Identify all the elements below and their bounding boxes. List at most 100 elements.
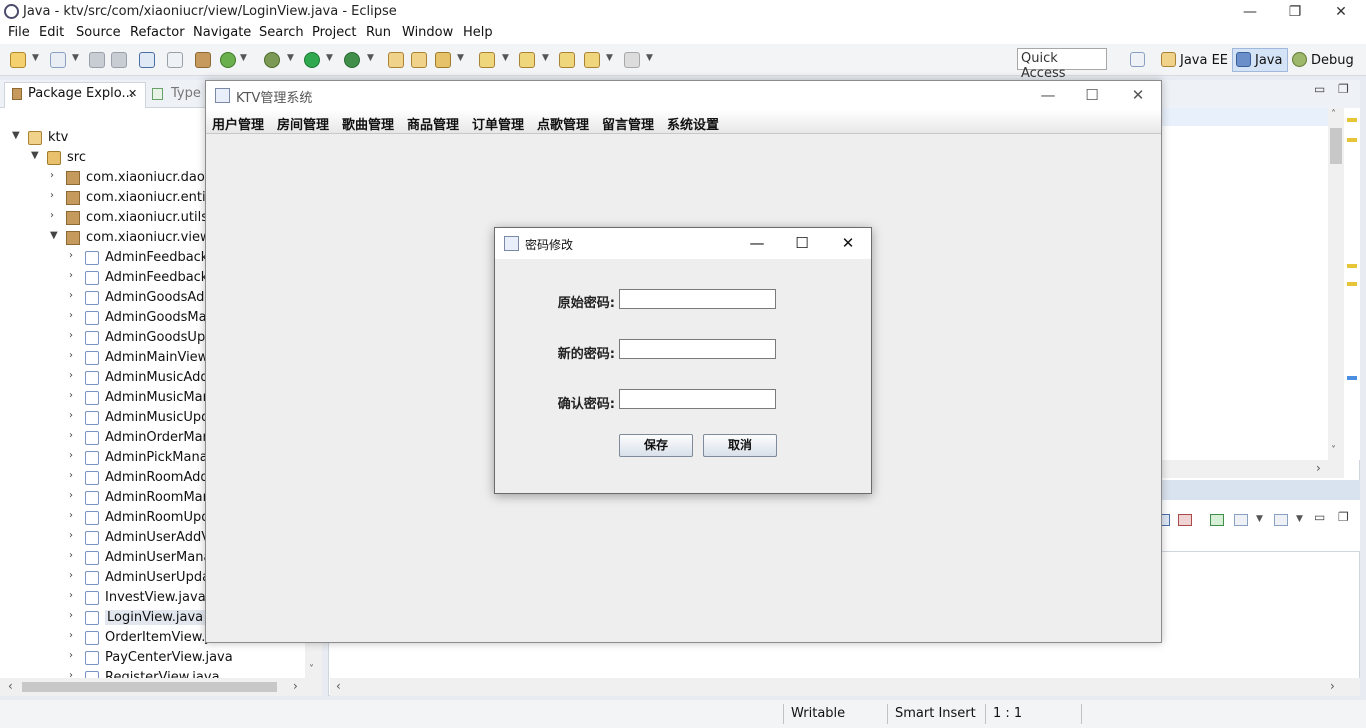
chevron-right-icon[interactable]: ›: [69, 570, 79, 581]
tab-type-hierarchy[interactable]: Type: [171, 86, 201, 101]
refresh-dropdown-icon[interactable]: ▼: [240, 53, 247, 63]
chevron-right-icon[interactable]: ›: [69, 470, 79, 481]
ktv-menu-feedback[interactable]: 留言管理: [602, 114, 654, 133]
scroll-down-icon[interactable]: ˅: [1331, 445, 1336, 456]
maximize-view-icon[interactable]: ❐: [1338, 510, 1349, 524]
chevron-right-icon[interactable]: ›: [69, 390, 79, 401]
perspective-java[interactable]: Java: [1255, 53, 1282, 68]
menu-search[interactable]: Search: [259, 25, 304, 40]
editor-horizontal-scrollbar[interactable]: ›: [1160, 460, 1344, 478]
debug-icon[interactable]: [264, 52, 280, 68]
scroll-up-icon[interactable]: ˄: [1331, 109, 1336, 120]
pin-console-icon[interactable]: [1210, 514, 1224, 526]
scroll-right-icon[interactable]: ›: [293, 679, 298, 693]
refresh-icon[interactable]: [220, 52, 236, 68]
chevron-right-icon[interactable]: ›: [50, 190, 60, 201]
original-password-field[interactable]: [619, 289, 776, 309]
menu-run[interactable]: Run: [366, 25, 391, 40]
debug-dropdown-icon[interactable]: ▼: [287, 53, 294, 63]
chevron-down-icon[interactable]: ▼: [31, 150, 41, 161]
ktv-menu-room[interactable]: 房间管理: [277, 114, 329, 133]
quick-access-input[interactable]: Quick Access: [1017, 48, 1107, 81]
warning-marker[interactable]: [1347, 282, 1357, 286]
chevron-right-icon[interactable]: ›: [69, 370, 79, 381]
scroll-left-icon[interactable]: ‹: [336, 679, 341, 693]
scroll-left-icon[interactable]: ‹: [8, 679, 13, 693]
ktv-minimize-button[interactable]: —: [1033, 84, 1063, 106]
dialog-title-bar[interactable]: 密码修改 — ☐ ✕: [495, 228, 871, 259]
pen-icon[interactable]: [435, 52, 451, 68]
pen-dropdown-icon[interactable]: ▼: [457, 53, 464, 63]
open-project-icon[interactable]: [388, 52, 404, 68]
info-marker[interactable]: [1347, 376, 1357, 380]
skip-breakpoints-icon[interactable]: [167, 52, 183, 68]
next-annotation-dropdown-icon[interactable]: ▼: [502, 53, 509, 63]
chevron-right-icon[interactable]: ›: [69, 550, 79, 561]
open-type-icon[interactable]: [195, 52, 211, 68]
menu-project[interactable]: Project: [312, 25, 356, 40]
chevron-right-icon[interactable]: ›: [69, 590, 79, 601]
chevron-right-icon[interactable]: ›: [50, 170, 60, 181]
scrollbar-thumb[interactable]: [22, 682, 277, 692]
menu-help[interactable]: Help: [463, 25, 493, 40]
warning-marker[interactable]: [1347, 138, 1357, 142]
external-tools-icon[interactable]: [344, 52, 360, 68]
menu-file[interactable]: File: [8, 25, 30, 40]
confirm-password-field[interactable]: [619, 389, 776, 409]
ktv-menu-goods[interactable]: 商品管理: [407, 114, 459, 133]
open-perspective-icon[interactable]: [1130, 52, 1145, 67]
menu-window[interactable]: Window: [402, 25, 453, 40]
ktv-maximize-button[interactable]: ☐: [1077, 84, 1107, 106]
scrollbar-thumb[interactable]: [1330, 128, 1342, 164]
ktv-menu-pick[interactable]: 点歌管理: [537, 114, 589, 133]
remove-launch-icon[interactable]: [1178, 514, 1192, 526]
menu-navigate[interactable]: Navigate: [193, 25, 251, 40]
ktv-close-button[interactable]: ✕: [1123, 84, 1153, 106]
save-icon[interactable]: [89, 52, 105, 68]
previous-annotation-dropdown-icon[interactable]: ▼: [542, 53, 549, 63]
chevron-right-icon[interactable]: ›: [69, 290, 79, 301]
dialog-minimize-button[interactable]: —: [742, 232, 772, 254]
chevron-right-icon[interactable]: ›: [69, 250, 79, 261]
previous-annotation-icon[interactable]: [519, 52, 535, 68]
new-icon[interactable]: [10, 52, 26, 68]
chevron-right-icon[interactable]: ›: [69, 350, 79, 361]
forward-dropdown-icon[interactable]: ▼: [646, 53, 653, 63]
next-annotation-icon[interactable]: [479, 52, 495, 68]
cancel-button[interactable]: 取消: [703, 434, 777, 457]
chevron-down-icon[interactable]: ▼: [12, 130, 22, 141]
chevron-right-icon[interactable]: ›: [69, 330, 79, 341]
chevron-right-icon[interactable]: ›: [69, 630, 79, 641]
ktv-menu-user[interactable]: 用户管理: [212, 114, 264, 133]
menu-source[interactable]: Source: [76, 25, 121, 40]
back-dropdown-icon[interactable]: ▼: [606, 53, 613, 63]
minimize-button[interactable]: —: [1238, 2, 1262, 22]
open-console-icon[interactable]: [1274, 514, 1288, 526]
ktv-menu-settings[interactable]: 系统设置: [667, 114, 719, 133]
chevron-right-icon[interactable]: ›: [69, 510, 79, 521]
display-console-icon[interactable]: [1234, 514, 1248, 526]
run-icon[interactable]: [304, 52, 320, 68]
last-edit-icon[interactable]: [559, 52, 575, 68]
chevron-right-icon[interactable]: ›: [50, 210, 60, 221]
tree-row-file[interactable]: › PayCenterView.java: [0, 648, 300, 668]
external-tools-dropdown-icon[interactable]: ▼: [367, 53, 374, 63]
back-icon[interactable]: [584, 52, 600, 68]
warning-marker[interactable]: [1347, 118, 1357, 122]
package-explorer-horizontal-scrollbar[interactable]: ‹ ›: [0, 678, 322, 696]
chevron-right-icon[interactable]: ›: [69, 490, 79, 501]
menu-refactor[interactable]: Refactor: [130, 25, 185, 40]
console-icon[interactable]: [139, 52, 155, 68]
save-all-icon[interactable]: [111, 52, 127, 68]
warning-marker[interactable]: [1347, 264, 1357, 268]
chevron-right-icon[interactable]: ›: [69, 410, 79, 421]
tree-row-file[interactable]: › RegisterView.java: [0, 668, 300, 678]
chevron-right-icon[interactable]: ›: [69, 650, 79, 661]
chevron-down-icon[interactable]: ▼: [50, 230, 60, 241]
chevron-right-icon[interactable]: ›: [69, 530, 79, 541]
dialog-close-button[interactable]: ✕: [833, 232, 863, 254]
chevron-right-icon[interactable]: ›: [69, 670, 79, 678]
bottom-horizontal-scrollbar[interactable]: ‹ ›: [330, 678, 1360, 696]
scroll-down-icon[interactable]: ˅: [309, 664, 314, 675]
new-dropdown-icon[interactable]: ▼: [32, 53, 39, 63]
